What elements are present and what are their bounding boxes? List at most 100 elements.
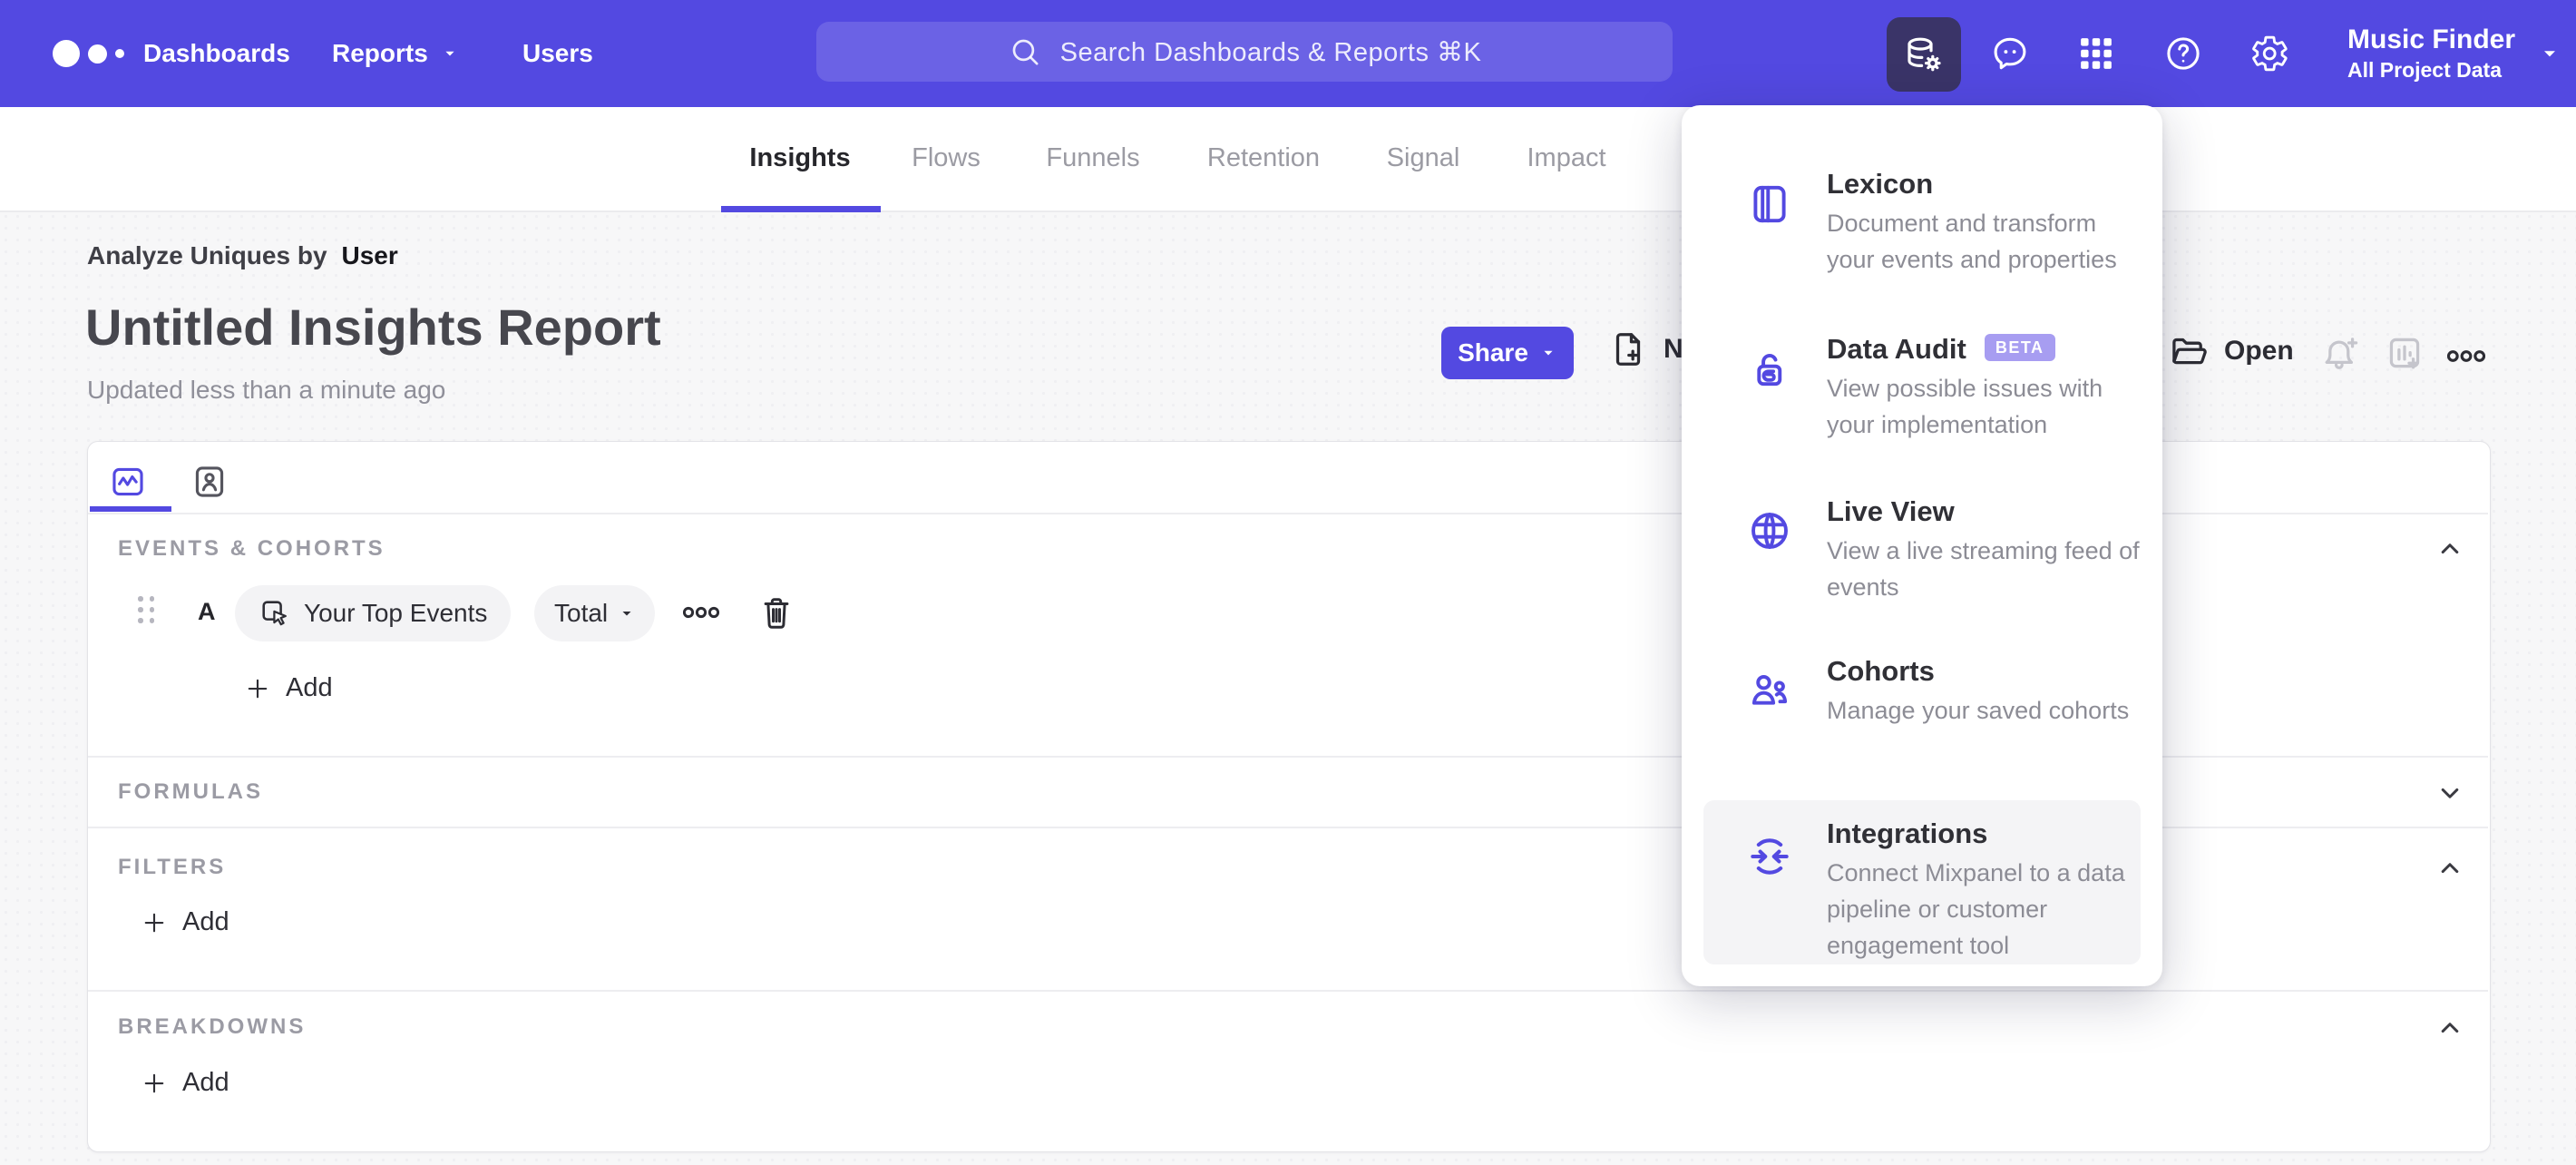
- menu-item-description: Document and transform your events and p…: [1827, 210, 2117, 273]
- plus-icon: [144, 1073, 164, 1092]
- apps-grid-icon: [2081, 38, 2112, 69]
- tab-label: Insights: [749, 142, 851, 172]
- share-button[interactable]: Share: [1441, 327, 1574, 379]
- tab-funnels[interactable]: Funnels: [1046, 107, 1139, 209]
- analyze-prefix: Analyze Uniques by: [87, 241, 327, 269]
- menu-item-title: Live View: [1827, 494, 1955, 529]
- menu-item-title-text: Cohorts: [1827, 655, 1935, 687]
- menu-item-title: Lexicon: [1827, 167, 1933, 201]
- top-nav: Dashboards Reports Users Search Dashboar…: [0, 0, 2576, 107]
- logo-dot: [88, 44, 107, 64]
- tab-label: Signal: [1386, 142, 1460, 172]
- mixpanel-logo[interactable]: [53, 0, 124, 107]
- add-filter-button[interactable]: Add: [141, 907, 229, 937]
- audit-lock-icon: [1746, 347, 1793, 394]
- menu-item-integrations[interactable]: Integrations Connect Mixpanel to a data …: [1682, 755, 2162, 964]
- chevron-down-icon: [2441, 788, 2459, 798]
- chart-plus-icon: [2389, 338, 2420, 369]
- project-switcher[interactable]: Music Finder All Project Data: [2347, 0, 2561, 107]
- help-icon: [2167, 37, 2200, 70]
- report-content: Analyze Uniques by User Untitled Insight…: [0, 210, 2576, 1165]
- nav-users-label: Users: [522, 39, 593, 67]
- new-report-button[interactable]: N: [1607, 328, 1683, 370]
- drag-handle[interactable]: [138, 596, 154, 623]
- data-management-menu: Lexicon Document and transform your even…: [1682, 105, 2162, 986]
- nav-reports[interactable]: Reports: [332, 0, 459, 107]
- profiles-view-tab[interactable]: [190, 462, 229, 502]
- add-to-board-button[interactable]: [2384, 332, 2425, 374]
- tab-retention[interactable]: Retention: [1207, 107, 1320, 209]
- formulas-expand-button[interactable]: [2435, 778, 2465, 808]
- globe-icon: [1746, 507, 1793, 554]
- nav-dashboards-label: Dashboards: [143, 39, 290, 67]
- filters-section-header: FILTERS: [118, 855, 227, 879]
- menu-item-lexicon[interactable]: Lexicon Document and transform your even…: [1682, 105, 2162, 273]
- file-plus-icon: [1615, 333, 1641, 366]
- cursor-click-icon: [262, 601, 287, 626]
- project-name: Music Finder: [2347, 24, 2516, 54]
- more-options-button[interactable]: [2447, 348, 2485, 364]
- logo-dot: [115, 49, 124, 58]
- delete-event-button[interactable]: [757, 592, 795, 634]
- search-icon: [1012, 39, 1039, 65]
- event-row-more-button[interactable]: [683, 605, 719, 620]
- menu-item-title-text: Integrations: [1827, 817, 1988, 849]
- cohorts-people-icon: [1746, 666, 1793, 713]
- report-title[interactable]: Untitled Insights Report: [85, 298, 661, 357]
- events-collapse-button[interactable]: [2435, 534, 2465, 564]
- menu-item-data-audit[interactable]: Data Audit BETA View possible issues wit…: [1682, 270, 2162, 438]
- analyze-entity-selector[interactable]: User: [342, 241, 398, 270]
- menu-item-title: Cohorts: [1827, 654, 1935, 689]
- tab-signal[interactable]: Signal: [1387, 107, 1460, 209]
- settings-button[interactable]: [2249, 33, 2290, 74]
- caret-down-icon: [2544, 51, 2556, 57]
- user-profile-icon: [195, 466, 224, 497]
- database-gear-icon: [1908, 37, 1941, 72]
- nav-dashboards[interactable]: Dashboards: [143, 0, 290, 107]
- data-management-button[interactable]: [1887, 17, 1961, 92]
- breakdowns-collapse-button[interactable]: [2435, 1013, 2465, 1043]
- ellipsis-icon: [2447, 350, 2485, 362]
- menu-item-title: Data Audit BETA: [1827, 332, 2055, 367]
- menu-item-live-view[interactable]: Live View View a live streaming feed of …: [1682, 433, 2162, 601]
- activity-chart-icon: [112, 467, 143, 496]
- breakdowns-section-header: BREAKDOWNS: [118, 1014, 307, 1039]
- nav-users[interactable]: Users: [522, 0, 593, 107]
- open-report-label: Open: [2224, 336, 2294, 366]
- global-search-input[interactable]: Search Dashboards & Reports ⌘K: [816, 22, 1673, 82]
- caret-down-icon: [1544, 350, 1553, 356]
- help-button[interactable]: [2162, 33, 2204, 74]
- add-breakdown-label: Add: [182, 1068, 229, 1097]
- analyze-row: Analyze Uniques by User: [87, 241, 398, 270]
- folder-open-icon: [2172, 338, 2207, 365]
- add-event-button[interactable]: Add: [244, 673, 333, 703]
- divider: [88, 990, 2488, 992]
- menu-item-cohorts[interactable]: Cohorts Manage your saved cohorts: [1682, 592, 2162, 756]
- add-filter-label: Add: [182, 907, 229, 936]
- menu-item-description: Connect Mixpanel to a data pipeline or c…: [1827, 859, 2125, 959]
- feedback-bubble-icon: [1994, 37, 2026, 70]
- tab-insights[interactable]: Insights: [749, 107, 850, 209]
- project-scope: All Project Data: [2347, 58, 2502, 82]
- events-section-header: EVENTS & COHORTS: [118, 536, 385, 561]
- series-label: A: [198, 598, 216, 625]
- events-view-tab[interactable]: [108, 462, 148, 502]
- caret-down-icon: [622, 611, 631, 616]
- open-report-button[interactable]: Open: [2168, 330, 2294, 372]
- tab-label: Impact: [1527, 142, 1606, 172]
- alert-bell-button[interactable]: [2318, 332, 2360, 374]
- plus-icon: [248, 679, 268, 698]
- aggregation-selector[interactable]: Total: [534, 585, 656, 641]
- apps-grid-button[interactable]: [2075, 33, 2117, 74]
- add-breakdown-button[interactable]: Add: [141, 1068, 229, 1098]
- tab-impact[interactable]: Impact: [1527, 107, 1605, 209]
- tab-flows[interactable]: Flows: [912, 107, 981, 209]
- bell-plus-icon: [2325, 338, 2358, 369]
- event-selector[interactable]: Your Top Events: [235, 585, 512, 641]
- logo-dot: [53, 40, 80, 67]
- feedback-button[interactable]: [1989, 33, 2031, 74]
- tab-label: Flows: [912, 142, 981, 172]
- filters-collapse-button[interactable]: [2435, 853, 2465, 884]
- share-label: Share: [1458, 338, 1528, 367]
- trash-icon: [764, 598, 789, 629]
